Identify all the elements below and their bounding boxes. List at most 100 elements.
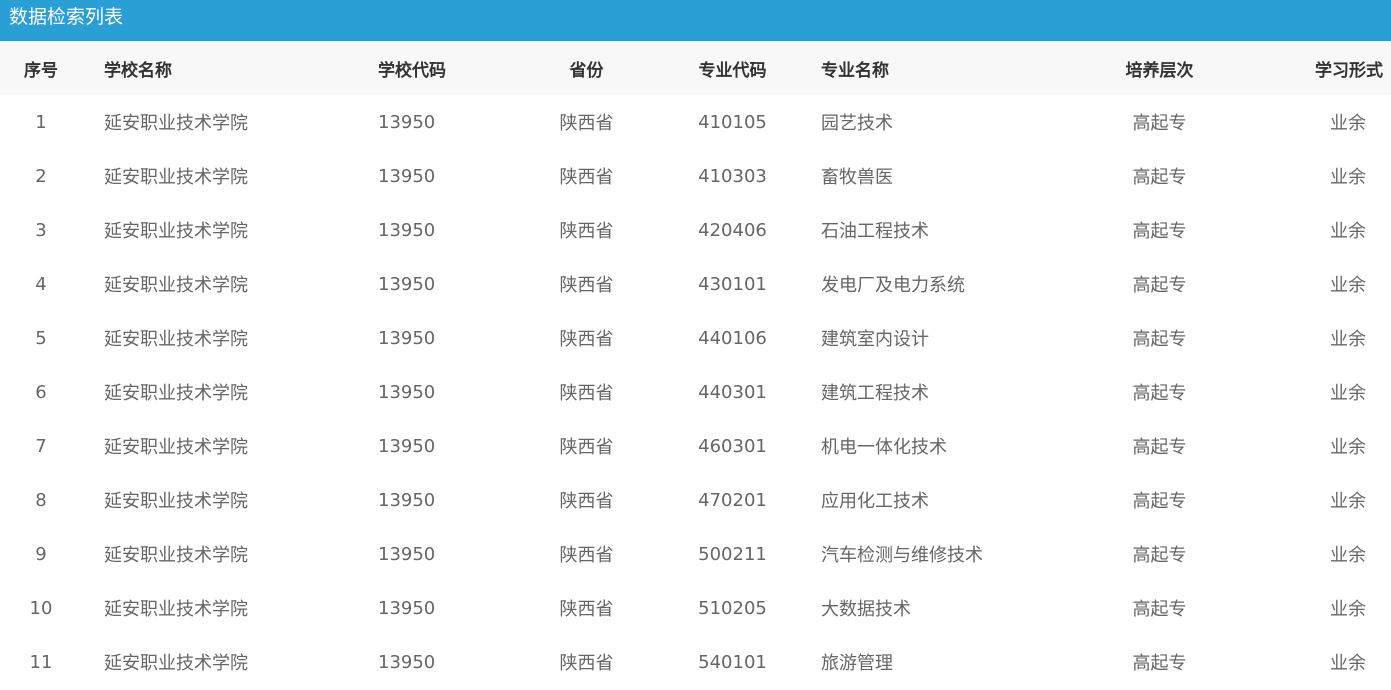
table-header: 序号 学校名称 学校代码 省份 专业代码 专业名称 培养层次 学习形式: [0, 41, 1391, 95]
cell-study-form: 业余: [1330, 221, 1366, 242]
cell-school-code: 13950: [378, 165, 436, 187]
table-row: 3 延安职业技术学院 13950 陕西省 420406 石油工程技术 高起专 业…: [0, 203, 1391, 257]
cell-province: 陕西省: [559, 221, 614, 242]
cell-major-name: 汽车检测与维修技术: [821, 545, 983, 566]
cell-major-code: 510205: [698, 597, 767, 619]
cell-index: 3: [35, 219, 47, 241]
cell-index: 10: [29, 597, 53, 619]
cell-study-form: 业余: [1330, 275, 1366, 296]
cell-school-name: 延安职业技术学院: [104, 653, 248, 674]
cell-level: 高起专: [1132, 599, 1187, 620]
cell-level: 高起专: [1132, 221, 1187, 242]
cell-province: 陕西省: [559, 329, 614, 350]
cell-major-name: 机电一体化技术: [821, 437, 947, 458]
cell-index: 5: [35, 327, 47, 349]
cell-major-name: 发电厂及电力系统: [821, 275, 965, 296]
cell-study-form: 业余: [1330, 599, 1366, 620]
cell-school-code: 13950: [378, 273, 436, 295]
cell-school-code: 13950: [378, 327, 436, 349]
cell-province: 陕西省: [559, 437, 614, 458]
cell-major-name: 石油工程技术: [821, 221, 929, 242]
cell-province: 陕西省: [559, 599, 614, 620]
cell-major-code: 420406: [698, 219, 767, 241]
cell-school-name: 延安职业技术学院: [104, 329, 248, 350]
cell-study-form: 业余: [1330, 113, 1366, 134]
table-body: 1 延安职业技术学院 13950 陕西省 410105 园艺技术 高起专 业余 …: [0, 95, 1391, 689]
cell-major-name: 建筑工程技术: [821, 383, 929, 404]
cell-level: 高起专: [1132, 545, 1187, 566]
cell-study-form: 业余: [1330, 653, 1366, 674]
column-header-study-form: 学习形式: [1315, 60, 1383, 81]
cell-school-name: 延安职业技术学院: [104, 221, 248, 242]
cell-major-code: 470201: [698, 489, 767, 511]
cell-major-code: 440106: [698, 327, 767, 349]
cell-province: 陕西省: [559, 383, 614, 404]
cell-study-form: 业余: [1330, 545, 1366, 566]
cell-major-code: 430101: [698, 273, 767, 295]
cell-school-code: 13950: [378, 543, 436, 565]
cell-index: 8: [35, 489, 47, 511]
column-header-major-code: 专业代码: [698, 60, 767, 81]
cell-level: 高起专: [1132, 167, 1187, 188]
cell-major-name: 旅游管理: [821, 653, 893, 674]
table-row: 5 延安职业技术学院 13950 陕西省 440106 建筑室内设计 高起专 业…: [0, 311, 1391, 365]
cell-province: 陕西省: [559, 491, 614, 512]
cell-level: 高起专: [1132, 113, 1187, 134]
cell-study-form: 业余: [1330, 329, 1366, 350]
cell-study-form: 业余: [1330, 491, 1366, 512]
cell-index: 1: [35, 111, 47, 133]
table-row: 11 延安职业技术学院 13950 陕西省 540101 旅游管理 高起专 业余: [0, 635, 1391, 689]
table-row: 1 延安职业技术学院 13950 陕西省 410105 园艺技术 高起专 业余: [0, 95, 1391, 149]
table-row: 9 延安职业技术学院 13950 陕西省 500211 汽车检测与维修技术 高起…: [0, 527, 1391, 581]
cell-major-code: 410303: [698, 165, 767, 187]
cell-province: 陕西省: [559, 653, 614, 674]
cell-school-name: 延安职业技术学院: [104, 113, 248, 134]
cell-province: 陕西省: [559, 275, 614, 296]
cell-school-name: 延安职业技术学院: [104, 437, 248, 458]
cell-province: 陕西省: [559, 113, 614, 134]
cell-major-code: 440301: [698, 381, 767, 403]
cell-index: 2: [35, 165, 47, 187]
cell-major-code: 460301: [698, 435, 767, 457]
table-row: 7 延安职业技术学院 13950 陕西省 460301 机电一体化技术 高起专 …: [0, 419, 1391, 473]
cell-school-name: 延安职业技术学院: [104, 275, 248, 296]
cell-level: 高起专: [1132, 275, 1187, 296]
cell-index: 6: [35, 381, 47, 403]
cell-study-form: 业余: [1330, 437, 1366, 458]
table-row: 10 延安职业技术学院 13950 陕西省 510205 大数据技术 高起专 业…: [0, 581, 1391, 635]
cell-school-name: 延安职业技术学院: [104, 491, 248, 512]
cell-index: 11: [29, 651, 53, 673]
panel-title: 数据检索列表: [0, 0, 1391, 41]
cell-major-code: 540101: [698, 651, 767, 673]
cell-study-form: 业余: [1330, 383, 1366, 404]
cell-index: 9: [35, 543, 47, 565]
cell-major-code: 410105: [698, 111, 767, 133]
cell-school-code: 13950: [378, 489, 436, 511]
column-header-school-name: 学校名称: [104, 60, 172, 81]
data-search-panel: 数据检索列表 序号 学校名称 学校代码 省份 专业代码 专业名称 培养层次 学习…: [0, 0, 1391, 690]
cell-major-name: 建筑室内设计: [821, 329, 929, 350]
cell-level: 高起专: [1132, 329, 1187, 350]
cell-study-form: 业余: [1330, 167, 1366, 188]
cell-school-code: 13950: [378, 651, 436, 673]
cell-school-code: 13950: [378, 381, 436, 403]
cell-province: 陕西省: [559, 545, 614, 566]
column-header-level: 培养层次: [1125, 60, 1194, 81]
cell-level: 高起专: [1132, 653, 1187, 674]
results-table: 序号 学校名称 学校代码 省份 专业代码 专业名称 培养层次 学习形式 1 延安…: [0, 41, 1391, 689]
table-row: 4 延安职业技术学院 13950 陕西省 430101 发电厂及电力系统 高起专…: [0, 257, 1391, 311]
cell-school-name: 延安职业技术学院: [104, 383, 248, 404]
cell-major-code: 500211: [698, 543, 767, 565]
column-header-major-name: 专业名称: [821, 60, 889, 81]
cell-major-name: 畜牧兽医: [821, 167, 893, 188]
table-row: 8 延安职业技术学院 13950 陕西省 470201 应用化工技术 高起专 业…: [0, 473, 1391, 527]
cell-level: 高起专: [1132, 383, 1187, 404]
cell-province: 陕西省: [559, 167, 614, 188]
cell-index: 7: [35, 435, 47, 457]
header-row: 序号 学校名称 学校代码 省份 专业代码 专业名称 培养层次 学习形式: [0, 41, 1391, 95]
cell-level: 高起专: [1132, 491, 1187, 512]
column-header-province: 省份: [569, 60, 604, 81]
cell-major-name: 园艺技术: [821, 113, 893, 134]
cell-school-name: 延安职业技术学院: [104, 545, 248, 566]
cell-school-name: 延安职业技术学院: [104, 599, 248, 620]
